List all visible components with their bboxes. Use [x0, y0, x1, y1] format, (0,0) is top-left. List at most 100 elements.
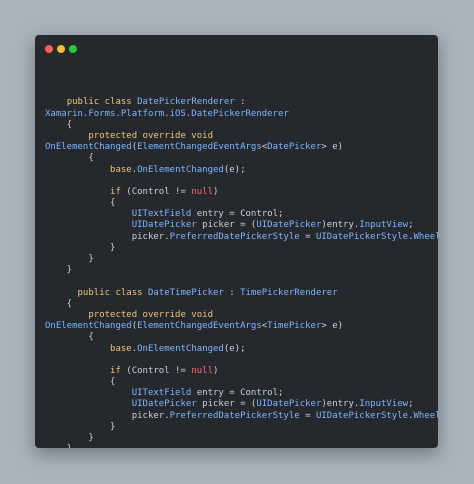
code-token: {	[45, 332, 94, 343]
code-token: =	[299, 410, 316, 421]
code-token: }	[45, 265, 73, 276]
code-token: > e)	[321, 321, 344, 332]
code-token: (e);	[223, 343, 246, 354]
code-token: UIDatePicker	[256, 220, 322, 231]
code-token: ;	[408, 220, 414, 231]
code-token: PreferredDatePickerStyle	[169, 231, 300, 242]
code-token: DatePicker	[267, 142, 322, 153]
code-token: =	[299, 231, 316, 242]
code-token: {	[45, 377, 116, 388]
code-token: UIDatePicker	[131, 399, 197, 410]
window-titlebar	[35, 35, 438, 61]
code-token: base	[110, 164, 132, 175]
code-token: entry = Control;	[191, 388, 284, 399]
code-token: UIDatePickerStyle	[315, 410, 409, 421]
code-token: entry = Control;	[191, 209, 284, 220]
code-token: null	[191, 365, 214, 376]
code-line: {	[45, 332, 434, 343]
code-line: }	[45, 243, 434, 254]
code-line: {	[45, 198, 434, 209]
code-token: InputView	[359, 399, 409, 410]
code-line: {	[45, 299, 434, 310]
code-token: {	[45, 153, 94, 164]
code-line: }	[45, 265, 434, 276]
code-token: :	[223, 287, 241, 298]
close-dot-icon[interactable]	[45, 45, 53, 53]
code-token: UIDatePickerStyle	[315, 231, 409, 242]
code-token: (e);	[223, 164, 246, 175]
code-line: protected override void	[45, 310, 434, 321]
code-token: UITextField	[131, 388, 192, 399]
code-line: {	[45, 120, 434, 131]
code-token: picker = (	[196, 220, 257, 231]
code-token: ;	[408, 399, 414, 410]
code-line: OnElementChanged(ElementChangedEventArgs…	[45, 142, 434, 153]
code-token: > e)	[321, 142, 344, 153]
code-token: picker.	[45, 410, 170, 421]
code-token: Xamarin.Forms.Platform.iOS.DatePickerRen…	[45, 108, 289, 119]
code-token: protected override void	[88, 309, 213, 320]
code-token: UITextField	[131, 209, 192, 220]
code-line: picker.PreferredDatePickerStyle = UIDate…	[45, 410, 438, 422]
code-token: base	[110, 343, 132, 354]
code-token: OnElementChanged	[45, 321, 132, 332]
code-token: )	[213, 365, 219, 376]
code-line: }	[45, 444, 434, 448]
code-token: }	[45, 444, 72, 448]
code-line: if (Control != null)	[45, 366, 434, 377]
code-line: base.OnElementChanged(e);	[45, 344, 434, 355]
maximize-dot-icon[interactable]	[69, 45, 77, 53]
code-token: )entry.	[321, 399, 360, 410]
code-line: picker.PreferredDatePickerStyle = UIDate…	[45, 231, 438, 243]
code-window: public class DatePickerRenderer : Xamarin…	[35, 35, 438, 448]
code-token: Wheels	[413, 410, 438, 421]
code-token: )	[213, 186, 219, 197]
code-token: TimePicker	[267, 321, 322, 332]
code-token: public class	[66, 97, 138, 108]
code-line: public class DateTimePicker : TimePicker…	[45, 288, 434, 299]
code-line: UITextField entry = Control;	[45, 388, 434, 399]
code-token: :	[234, 97, 246, 108]
code-token: TimePickerRenderer	[240, 287, 338, 298]
code-token: UIDatePicker	[131, 220, 197, 231]
code-token: (Control !=	[120, 365, 192, 376]
code-token: }	[45, 254, 94, 264]
code-line: public class DatePickerRenderer :	[45, 97, 434, 108]
code-token: (Control !=	[120, 186, 192, 197]
code-token: OnElementChanged	[45, 142, 132, 153]
code-token: if	[110, 365, 121, 376]
code-token: if	[110, 186, 121, 197]
code-token: ElementChangedEventArgs	[137, 142, 262, 153]
code-token: Wheels	[413, 231, 438, 242]
code-token: OnElementChanged	[137, 164, 224, 175]
code-line: {	[45, 153, 434, 164]
code-token: {	[45, 119, 73, 130]
code-line: protected override void	[45, 131, 434, 142]
code-token: DateTimePicker	[147, 287, 224, 298]
code-token: PreferredDatePickerStyle	[169, 410, 300, 421]
code-token: )entry.	[321, 220, 360, 231]
code-line: {	[45, 377, 434, 388]
minimize-dot-icon[interactable]	[57, 45, 65, 53]
code-line: }	[45, 433, 434, 444]
code-token: {	[45, 198, 116, 209]
code-line: UIDatePicker picker = (UIDatePicker)entr…	[45, 220, 434, 231]
code-line: }	[45, 254, 434, 265]
code-token: picker.	[45, 231, 170, 242]
